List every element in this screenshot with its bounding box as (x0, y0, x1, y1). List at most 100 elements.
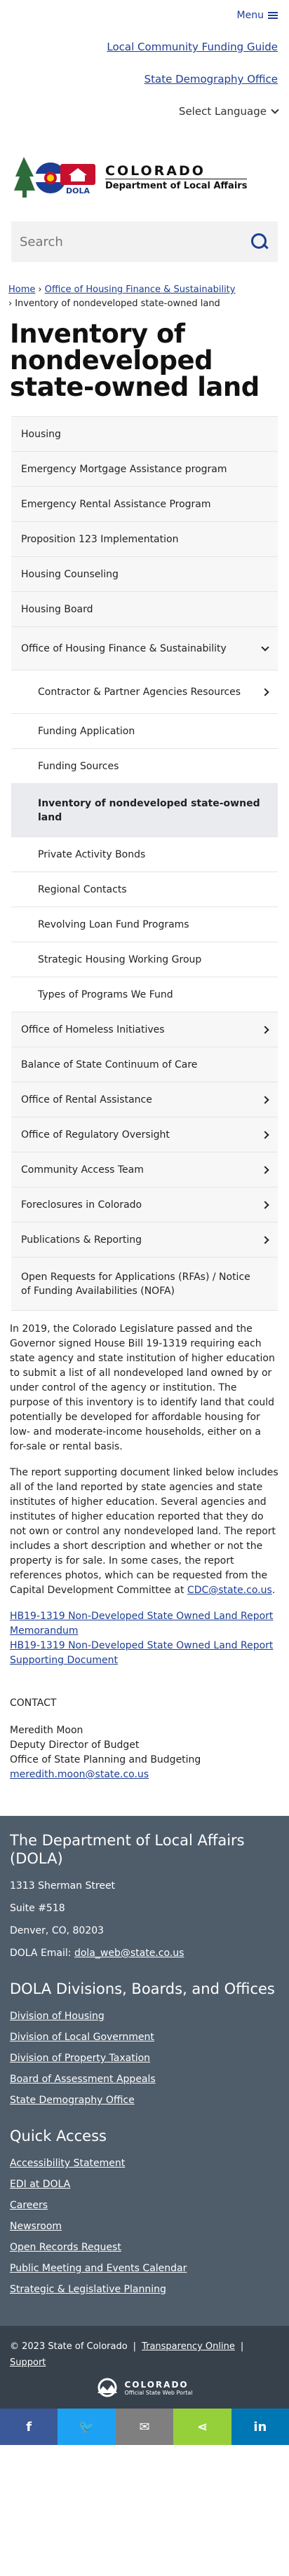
footer-link-division-housing[interactable]: Division of Housing (10, 2011, 279, 2022)
nav-item-label: Emergency Rental Assistance Program (21, 498, 211, 510)
breadcrumb-parent[interactable]: Office of Housing Finance & Sustainabili… (45, 284, 236, 295)
report-paragraph-text: The report supporting document linked be… (10, 1467, 278, 1596)
nav-subitem-funding-application[interactable]: Funding Application (11, 714, 278, 749)
nav-subitem-strategic-housing[interactable]: Strategic Housing Working Group (11, 942, 278, 977)
nav-item-label: Private Activity Bonds (38, 848, 146, 860)
footer-link-division-local-gov[interactable]: Division of Local Government (10, 2032, 279, 2043)
memorandum-link[interactable]: HB19-1319 Non-Developed State Owned Land… (10, 1609, 279, 1639)
footer-link-assessment-appeals[interactable]: Board of Assessment Appeals (10, 2074, 279, 2085)
footer-link-newsroom[interactable]: Newsroom (10, 2221, 279, 2232)
nav-subitem-inventory-active[interactable]: Inventory of nondeveloped state-owned la… (11, 784, 278, 837)
utility-bar: Menu Local Community Funding Guide State… (0, 0, 289, 146)
nav-subitem-private-activity-bonds[interactable]: Private Activity Bonds (11, 837, 278, 872)
nav-item-open-requests[interactable]: Open Requests for Applications (RFAs) / … (11, 1258, 278, 1311)
portal-logo-subtitle: Official State Web Portal (124, 2389, 193, 2396)
footer-link-property-taxation[interactable]: Division of Property Taxation (10, 2053, 279, 2064)
portal-logo-title: COLORADO (124, 2379, 189, 2390)
nav-item-housing-board[interactable]: Housing Board (11, 592, 278, 627)
nav-item-rental-assistance[interactable]: Office of Rental Assistance (11, 1082, 278, 1117)
nav-subitem-regional-contacts[interactable]: Regional Contacts (11, 872, 278, 907)
logo-title: COLORADO (105, 163, 206, 179)
nav-item-label: Office of Housing Finance & Sustainabili… (21, 642, 227, 654)
nav-item-label: Funding Sources (38, 760, 119, 772)
nav-item-label: Publications & Reporting (21, 1234, 142, 1246)
nav-item-housing[interactable]: Housing (11, 417, 278, 452)
transparency-link[interactable]: Transparency Online (142, 2341, 235, 2352)
nav-subitem-revolving-loan[interactable]: Revolving Loan Fund Programs (11, 907, 278, 942)
nav-item-publications[interactable]: Publications & Reporting (11, 1222, 278, 1258)
footer-address-line: 1313 Sherman Street (10, 1880, 116, 1892)
search-bar (11, 221, 278, 262)
footer-link-calendar[interactable]: Public Meeting and Events Calendar (10, 2263, 279, 2274)
footer-link-accessibility[interactable]: Accessibility Statement (10, 2158, 279, 2169)
facebook-share-button[interactable]: f (0, 2409, 58, 2445)
chevron-right-icon (261, 687, 269, 696)
supporting-document-link[interactable]: HB19-1319 Non-Developed State Owned Land… (10, 1639, 279, 1668)
state-portal-logo[interactable]: COLORADO Official State Web Portal (10, 2378, 279, 2397)
nav-item-balance-of-state[interactable]: Balance of State Continuum of Care (11, 1047, 278, 1082)
cdc-email-link[interactable]: CDC@state.co.us (187, 1585, 272, 1596)
email-icon: ✉ (139, 2419, 150, 2434)
chevron-right-icon (261, 1025, 269, 1034)
copyright-text: © 2023 State of Colorado (10, 2341, 128, 2352)
copyright-row: © 2023 State of Colorado | Transparency … (10, 2341, 279, 2368)
footer-link-careers[interactable]: Careers (10, 2200, 279, 2211)
linkedin-share-button[interactable]: in (231, 2409, 289, 2445)
util-link-demography[interactable]: State Demography Office (11, 73, 278, 85)
site-logo[interactable]: DOLA COLORADO Department of Local Affair… (0, 146, 289, 209)
nav-item-label: Office of Homeless Initiatives (21, 1024, 165, 1035)
report-paragraph-end: . (271, 1585, 276, 1596)
nav-item-community-access-team[interactable]: Community Access Team (11, 1152, 278, 1187)
email-share-button[interactable]: ✉ (115, 2409, 174, 2445)
support-link[interactable]: Support (10, 2357, 46, 2368)
contact-block: CONTACT Meredith Moon Deputy Director of… (10, 1696, 279, 1782)
portal-logo-text: COLORADO Official State Web Portal (124, 2380, 192, 2396)
hamburger-icon (268, 11, 278, 20)
nav-item-label: Balance of State Continuum of Care (21, 1059, 198, 1070)
search-icon[interactable] (250, 232, 269, 252)
chevron-right-icon (261, 1165, 269, 1174)
nav-item-homeless-initiatives[interactable]: Office of Homeless Initiatives (11, 1012, 278, 1047)
footer-divisions: DOLA Divisions, Boards, and Offices Divi… (10, 1980, 279, 2106)
separator: | (240, 2341, 244, 2352)
nav-item-foreclosures[interactable]: Foreclosures in Colorado (11, 1187, 278, 1222)
util-link-funding-guide[interactable]: Local Community Funding Guide (11, 41, 278, 53)
linkedin-icon: in (253, 2419, 267, 2434)
twitter-share-button[interactable]: 🐦 (58, 2409, 116, 2445)
nav-subitem-contractor-resources[interactable]: Contractor & Partner Agencies Resources (11, 670, 278, 714)
nav-item-label: Emergency Mortgage Assistance program (21, 463, 227, 475)
footer-link-demography[interactable]: State Demography Office (10, 2095, 279, 2106)
footer-bottom: © 2023 State of Colorado | Transparency … (0, 2326, 289, 2409)
breadcrumb-separator: › (38, 284, 42, 295)
nav-item-emergency-mortgage[interactable]: Emergency Mortgage Assistance program (11, 452, 278, 487)
share-button[interactable]: ⋖ (173, 2409, 231, 2445)
nav-item-prop-123[interactable]: Proposition 123 Implementation (11, 522, 278, 557)
breadcrumb-home[interactable]: Home (8, 284, 35, 295)
contact-email-link[interactable]: meredith.moon@state.co.us (10, 1769, 149, 1780)
footer-email-label: DOLA Email: (10, 1948, 72, 1959)
nav-item-label: Proposition 123 Implementation (21, 533, 179, 545)
footer-link-strategic-planning[interactable]: Strategic & Legislative Planning (10, 2284, 279, 2295)
chevron-right-icon (261, 1130, 269, 1139)
footer-email-link[interactable]: dola_web@state.co.us (74, 1948, 184, 1959)
nav-item-label: Strategic Housing Working Group (38, 953, 202, 965)
footer-link-open-records[interactable]: Open Records Request (10, 2242, 279, 2253)
footer-link-edi[interactable]: EDI at DOLA (10, 2179, 279, 2190)
nav-subitem-types-of-programs[interactable]: Types of Programs We Fund (11, 977, 278, 1012)
nav-item-label: Community Access Team (21, 1164, 144, 1176)
footer-email-line: DOLA Email: dola_web@state.co.us (10, 1948, 279, 1959)
facebook-icon: f (26, 2419, 32, 2434)
logo-text: COLORADO Department of Local Affairs (105, 163, 248, 191)
nav-item-emergency-rental[interactable]: Emergency Rental Assistance Program (11, 487, 278, 522)
footer-address-line: Denver, CO, 80203 (10, 1925, 105, 1936)
footer-address-line: Suite #518 (10, 1903, 65, 1914)
search-input[interactable] (20, 234, 250, 249)
nav-item-ohfs[interactable]: Office of Housing Finance & Sustainabili… (11, 627, 278, 670)
nav-subitem-funding-sources[interactable]: Funding Sources (11, 749, 278, 784)
nav-item-label: Types of Programs We Fund (38, 989, 173, 1000)
language-select[interactable]: Select Language (179, 105, 279, 118)
nav-item-regulatory-oversight[interactable]: Office of Regulatory Oversight (11, 1117, 278, 1152)
nav-item-housing-counseling[interactable]: Housing Counseling (11, 557, 278, 592)
menu-button[interactable]: Menu (237, 10, 278, 21)
colorado-logo-icon: DOLA (14, 157, 95, 198)
